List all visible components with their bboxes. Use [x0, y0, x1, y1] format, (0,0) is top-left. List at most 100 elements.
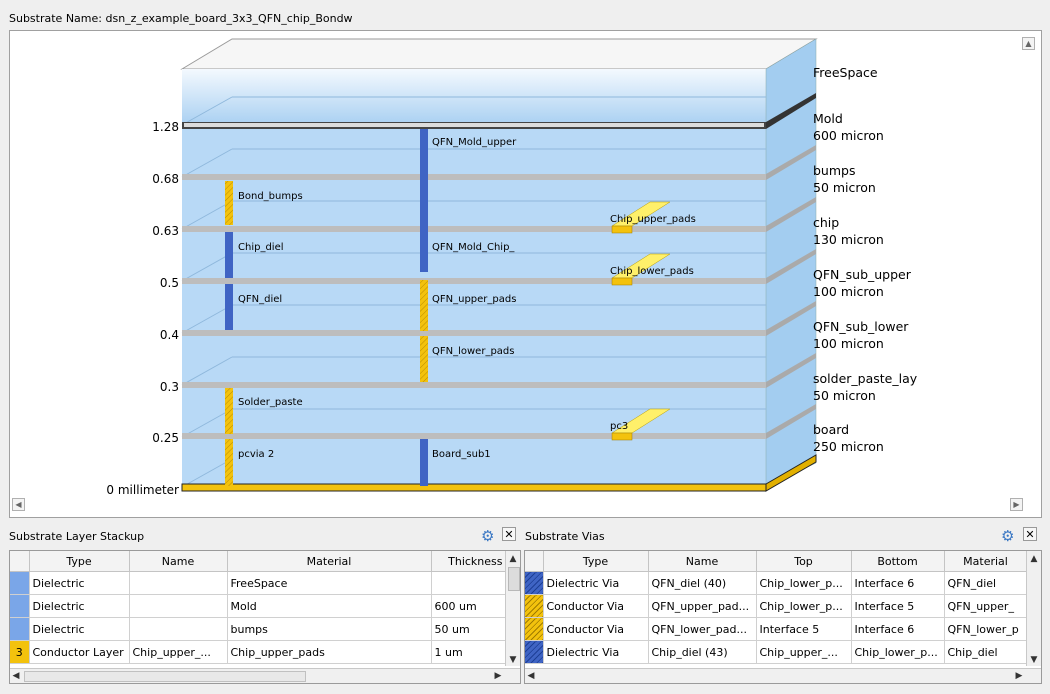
cell-name [129, 594, 228, 618]
scroll-down-arrow[interactable]: ▼ [507, 654, 519, 666]
column-header-material[interactable]: Material [227, 551, 432, 572]
axis-label: 0 millimeter [106, 483, 179, 497]
column-header-spacer [10, 551, 30, 572]
layer-table-hscrollbar[interactable]: ◀ ▶ [10, 668, 520, 683]
scroll-down-arrow[interactable]: ▼ [1028, 654, 1040, 666]
via-label: QFN_lower_pads [432, 346, 514, 357]
cell-bottom: Interface 6 [851, 571, 945, 595]
cell-name [129, 617, 228, 641]
scroll-up-arrow[interactable]: ▲ [507, 553, 519, 565]
layer-table-vscrollbar[interactable]: ▲ ▼ [505, 551, 520, 666]
axis-label: 0.5 [160, 276, 179, 290]
substrate-3d-viewer[interactable]: 1.28 0.68 0.63 0.5 0.4 0.3 0.25 0 millim… [9, 30, 1042, 518]
cell-name: QFN_diel (40) [648, 571, 757, 595]
scroll-right-arrow[interactable]: ▶ [1013, 670, 1025, 682]
via-label: QFN_upper_pads [432, 294, 516, 305]
cell-material: Chip_diel [944, 640, 1028, 664]
via-pcvia2 [225, 439, 233, 486]
layer-swatch [10, 617, 30, 641]
column-header-type[interactable]: Type [543, 551, 649, 572]
cell-material: QFN_upper_ [944, 594, 1028, 618]
cell-name: QFN_upper_pad... [648, 594, 757, 618]
layer-stackup-table[interactable]: Type Name Material Thickness Dielectric … [9, 550, 521, 684]
layer-name: bumps [813, 163, 855, 178]
substrate-vias-table[interactable]: Type Name Top Bottom Material Dielectric… [524, 550, 1042, 684]
table-row[interactable]: Dielectric Via Chip_diel (43) Chip_upper… [525, 640, 1028, 664]
axis-label: 0.3 [160, 380, 179, 394]
cell-type: Dielectric Via [543, 571, 649, 595]
vias-panel-title: Substrate Vias [525, 530, 605, 543]
layer-thickness: 50 micron [813, 388, 876, 403]
via-qfn-lower-pads [420, 336, 428, 382]
layer-table-hscroll-thumb[interactable] [24, 671, 306, 682]
vias-table-hscrollbar[interactable]: ◀ ▶ [525, 668, 1041, 683]
cell-type: Dielectric Via [543, 640, 649, 664]
cell-bottom: Chip_lower_p... [851, 640, 945, 664]
scroll-left-arrow[interactable]: ◀ [525, 670, 537, 682]
column-header-name[interactable]: Name [648, 551, 757, 572]
via-chip-diel [225, 232, 233, 278]
vias-table-vscrollbar[interactable]: ▲ ▼ [1026, 551, 1041, 666]
layer-table-scroll-thumb[interactable] [508, 567, 520, 591]
layer-name: FreeSpace [813, 65, 878, 80]
scroll-right-arrow[interactable]: ▶ [492, 670, 504, 682]
via-solder-paste [225, 388, 233, 434]
pad-label: Chip_lower_pads [610, 266, 694, 277]
cell-thickness: 1 um [431, 640, 507, 664]
table-row[interactable]: Dielectric FreeSpace [10, 571, 507, 595]
layer-name: QFN_sub_lower [813, 319, 909, 334]
cell-top: Chip_lower_p... [756, 594, 852, 618]
gear-icon[interactable]: ⚙ [1001, 527, 1014, 545]
layer-name: chip [813, 215, 839, 230]
cell-type: Dielectric [29, 617, 130, 641]
cell-name: Chip_upper_... [129, 640, 228, 664]
layer-panel-close-button[interactable]: ✕ [502, 527, 516, 541]
column-header-thickness[interactable]: Thickness [431, 551, 507, 572]
via-bond-bumps [225, 181, 233, 225]
column-header-bottom[interactable]: Bottom [851, 551, 945, 572]
pad-label: Chip_upper_pads [610, 214, 696, 225]
layer-thickness: 600 micron [813, 128, 884, 143]
cell-type: Dielectric [29, 594, 130, 618]
table-row[interactable]: Dielectric bumps 50 um [10, 617, 507, 641]
scroll-left-arrow[interactable]: ◀ [10, 670, 22, 682]
cell-material: Chip_upper_pads [227, 640, 432, 664]
layer-name: QFN_sub_upper [813, 267, 912, 282]
column-header-material[interactable]: Material [944, 551, 1028, 572]
cell-top: Chip_lower_p... [756, 571, 852, 595]
scroll-up-arrow[interactable]: ▲ [1028, 553, 1040, 565]
via-label: Chip_diel [238, 242, 284, 253]
column-header-type[interactable]: Type [29, 551, 130, 572]
table-row[interactable]: Dielectric Via QFN_diel (40) Chip_lower_… [525, 571, 1028, 595]
cell-name [129, 571, 228, 595]
via-swatch [525, 640, 544, 664]
cell-name: QFN_lower_pad... [648, 617, 757, 641]
cell-material: QFN_diel [944, 571, 1028, 595]
viewer-scroll-left-button[interactable]: ◀ [12, 498, 25, 511]
column-header-name[interactable]: Name [129, 551, 228, 572]
via-label: pcvia 2 [238, 449, 274, 460]
gear-icon[interactable]: ⚙ [481, 527, 494, 545]
cell-material: Mold [227, 594, 432, 618]
column-header-top[interactable]: Top [756, 551, 852, 572]
viewer-scroll-up-button[interactable]: ▲ [1022, 37, 1035, 50]
cell-top: Interface 5 [756, 617, 852, 641]
axis-labels: 1.28 0.68 0.63 0.5 0.4 0.3 0.25 0 millim… [106, 120, 179, 497]
layer-swatch [10, 571, 30, 595]
via-label: Bond_bumps [238, 191, 303, 202]
table-row[interactable]: Dielectric Mold 600 um [10, 594, 507, 618]
stackup-drawing[interactable]: 1.28 0.68 0.63 0.5 0.4 0.3 0.25 0 millim… [10, 31, 1041, 517]
axis-label: 0.25 [152, 431, 179, 445]
cell-material: QFN_lower_p [944, 617, 1028, 641]
layer-thickness: 130 micron [813, 232, 884, 247]
vias-panel-close-button[interactable]: ✕ [1023, 527, 1037, 541]
table-row[interactable]: Conductor Via QFN_lower_pad... Interface… [525, 617, 1028, 641]
cell-bottom: Interface 6 [851, 617, 945, 641]
table-row[interactable]: 3 Conductor Layer Chip_upper_... Chip_up… [10, 640, 507, 664]
via-label: Solder_paste [238, 397, 303, 408]
via-swatch [525, 594, 544, 618]
viewer-scroll-right-button[interactable]: ▶ [1010, 498, 1023, 511]
cell-type: Conductor Via [543, 617, 649, 641]
table-row[interactable]: Conductor Via QFN_upper_pad... Chip_lowe… [525, 594, 1028, 618]
via-qfn-upper-pads [420, 280, 428, 331]
